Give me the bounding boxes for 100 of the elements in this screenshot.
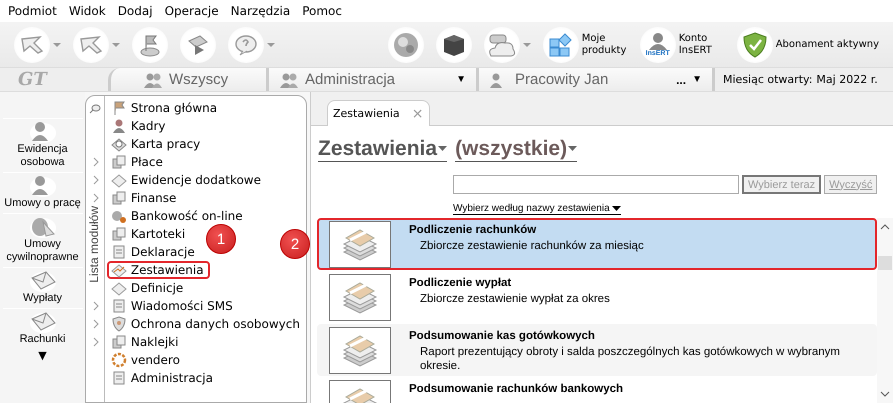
arrow-button[interactable] — [73, 26, 109, 62]
menu-item[interactable]: Widok — [64, 4, 113, 18]
report-title: Podsumowanie rachunków bankowych — [409, 383, 624, 395]
module-item[interactable]: Wiadomości SMS — [106, 297, 239, 315]
cursor-icon — [79, 34, 103, 54]
sidebar-item[interactable]: Wypłaty — [2, 267, 82, 305]
module-item[interactable]: Definicje — [106, 279, 190, 297]
tiles-button[interactable] — [542, 26, 579, 62]
module-item[interactable]: Kadry — [106, 117, 172, 135]
caret-icon — [568, 146, 578, 151]
help-button[interactable] — [228, 26, 264, 62]
dropdown-caret-icon[interactable] — [112, 42, 120, 46]
diamond-icon — [110, 280, 127, 296]
document-tab[interactable]: Zestawienia × — [327, 100, 430, 126]
module-item[interactable]: Strona główna — [106, 99, 224, 117]
sidebar-item[interactable]: Ewidencja osobowa — [2, 118, 82, 169]
scroll-up-icon[interactable] — [880, 224, 890, 230]
stack-icon — [110, 226, 127, 242]
search-mode-dropdown[interactable]: Wybierz według nazwy zestawienia — [453, 203, 621, 215]
module-item[interactable]: Bankowość on-line — [106, 207, 249, 225]
context-tab[interactable]: Wszyscy — [108, 68, 266, 91]
module-item[interactable]: Administracja — [106, 369, 219, 387]
menu-item[interactable]: Podmiot — [3, 4, 64, 18]
cursor-icon — [20, 34, 44, 54]
cloud-button[interactable] — [484, 26, 520, 62]
open-month-label: Miesiąc otwarty: — [723, 73, 812, 86]
module-item[interactable]: Ochrona danych osobowych — [106, 315, 306, 333]
logo: GT — [18, 69, 47, 90]
report-row[interactable]: Podliczenie wypłat Zbiorcze zestawienie wypłat za okres — [317, 271, 877, 323]
module-item[interactable]: Naklejki — [106, 333, 184, 351]
shield-button[interactable] — [736, 26, 773, 62]
more-label: ... — [676, 72, 686, 86]
flag-icon — [139, 32, 161, 56]
report-description: Zbiorcze zestawienie rachunków za miesiąc — [419, 239, 644, 253]
document-icon — [110, 370, 127, 386]
arrow-button[interactable] — [14, 26, 50, 62]
dropdown-caret-icon[interactable] — [522, 42, 531, 46]
menu-item[interactable]: Pomoc — [297, 4, 349, 18]
menu-item[interactable]: Operacje — [160, 4, 226, 18]
scrollbar[interactable] — [877, 218, 893, 403]
report-description: Zbiorcze zestawienie wypłat za okres — [419, 292, 610, 306]
toolbar-label[interactable]: Moje produkty — [582, 32, 628, 56]
panel-title: Lista modułów — [87, 206, 101, 283]
tab-label: Pracowity Jan — [515, 71, 608, 88]
tab-label: Wszyscy — [169, 71, 228, 88]
globe-button[interactable] — [388, 26, 424, 62]
flag-button[interactable] — [132, 26, 168, 62]
report-row[interactable]: Podsumowanie rachunków bankowych — [317, 377, 877, 403]
dropdown-caret-icon[interactable] — [53, 42, 61, 46]
scroll-down-icon[interactable] — [880, 391, 890, 397]
person-icon — [110, 118, 127, 134]
chart-icon — [110, 262, 127, 278]
module-item[interactable]: Płace — [106, 153, 169, 171]
module-item[interactable]: Karta pracy — [106, 135, 206, 153]
context-tab[interactable]: Pracowity Jan ... ▼ — [476, 68, 712, 91]
person-icon — [646, 32, 669, 50]
stack-icon — [110, 334, 127, 350]
context-tab[interactable]: Administracja ▼ — [266, 68, 476, 91]
person-icon — [28, 173, 58, 197]
module-item[interactable]: Finanse — [106, 189, 182, 207]
tab-label: Administracja — [305, 71, 396, 88]
menu-item[interactable]: Dodaj — [112, 4, 160, 18]
tiles-icon — [548, 32, 574, 58]
report-title: Podliczenie rachunków — [409, 224, 538, 236]
scroll-thumb[interactable] — [878, 256, 892, 270]
module-item[interactable]: Kartoteki — [106, 225, 192, 243]
module-item[interactable]: Deklaracje — [106, 243, 201, 261]
report-row[interactable]: Podliczenie rachunków Zbiorcze zestawienie rachunków za miesiąc — [317, 218, 877, 270]
coin-document-icon — [110, 208, 127, 224]
menu-item[interactable]: Narzędzia — [226, 4, 298, 18]
filter-dropdown[interactable]: (wszystkie) — [455, 136, 578, 162]
category-dropdown[interactable]: Zestawienia — [318, 136, 448, 162]
cube-button[interactable] — [436, 26, 472, 62]
sidebar-item[interactable]: Umowy o pracę — [2, 172, 82, 210]
report-row[interactable]: Podsumowanie kas gotówkowych Raport prezentujący obroty i salda poszczególnych kas gotówkowych w wybranym okresie. — [317, 324, 877, 376]
sidebar-item[interactable]: Umowy cywilnoprawne — [2, 213, 82, 264]
checklist-button[interactable] — [180, 26, 216, 62]
people-icon — [279, 72, 299, 88]
toolbar-label[interactable]: Abonament aktywny — [776, 38, 879, 50]
module-item[interactable]: vendero — [106, 351, 186, 369]
diamond-icon — [110, 172, 127, 188]
scroll-down-arrow[interactable]: ▼ — [38, 349, 47, 362]
globe-icon — [392, 32, 419, 58]
caret-icon — [612, 206, 621, 211]
stack-icon — [110, 190, 127, 206]
search-field[interactable] — [453, 175, 739, 194]
document-icon — [110, 298, 127, 314]
report-title: Podliczenie wypłat — [409, 277, 512, 289]
document-icon — [110, 244, 127, 260]
person-icon — [28, 119, 58, 143]
toolbar-label[interactable]: Konto InsERT — [678, 32, 725, 56]
dropdown-arrow: ▼ — [456, 74, 466, 85]
module-item[interactable]: Ewidencje dodatkowe — [106, 171, 268, 189]
banknote-stack-icon — [329, 221, 391, 268]
module-item[interactable]: Zestawienia — [106, 261, 210, 279]
banknote-stack-icon — [329, 274, 391, 321]
sidebar-item[interactable]: Rachunki — [2, 308, 82, 346]
people-icon — [143, 72, 163, 88]
dropdown-caret-icon[interactable] — [267, 42, 275, 46]
help-icon — [234, 34, 258, 56]
